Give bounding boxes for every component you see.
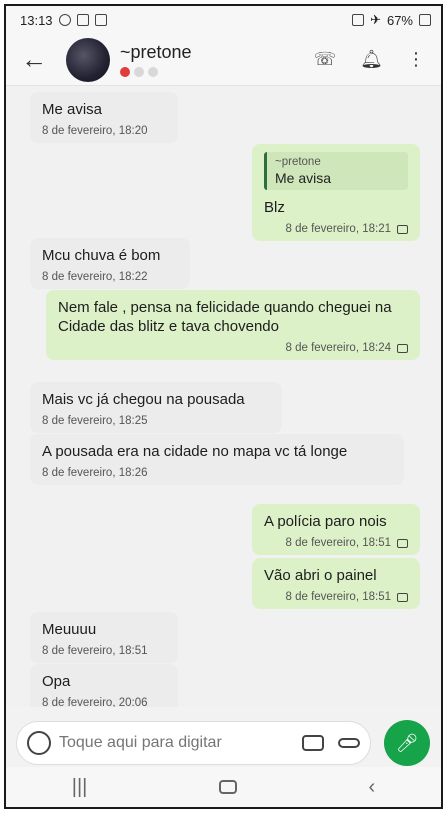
phone-frame: 13:13 ✈ 67% ← ~pretone ☏ 🔔︎ ⋮ Me avisa 8… <box>4 4 443 809</box>
camera-icon[interactable] <box>302 735 324 751</box>
phone-lock-icon[interactable]: ☏ <box>314 49 337 70</box>
mic-icon: 🎤︎ <box>395 732 419 753</box>
emoji-icon[interactable] <box>27 731 51 755</box>
message-composer <box>16 721 371 765</box>
message-time: 8 de fevereiro, 18:25 <box>42 415 148 427</box>
quoted-reply[interactable]: ~pretone Me avisa <box>264 152 408 190</box>
image-icon <box>76 14 89 26</box>
attach-icon[interactable] <box>338 738 360 748</box>
back-nav-icon[interactable]: ‹ <box>369 776 376 799</box>
message-text: Mcu chuva é bom <box>42 247 161 264</box>
status-icon <box>397 592 408 602</box>
message-incoming[interactable]: Me avisa 8 de fevereiro, 18:20 <box>30 92 178 143</box>
status-icon <box>397 538 408 548</box>
home-icon[interactable] <box>218 780 237 794</box>
message-outgoing[interactable]: A polícia paro nois 8 de fevereiro, 18:5… <box>252 504 420 555</box>
message-text: Nem fale , pensa na felicidade quando ch… <box>58 299 392 335</box>
battery-label: 67% <box>386 12 413 28</box>
message-text: A pousada era na cidade no mapa vc tá lo… <box>42 443 348 460</box>
message-incoming[interactable]: Mcu chuva é bom 8 de fevereiro, 18:22 <box>30 238 190 289</box>
status-icon <box>397 224 408 234</box>
message-time: 8 de fevereiro, 18:21 <box>285 223 392 235</box>
mic-button[interactable]: 🎤︎ <box>384 720 430 766</box>
airplane-icon: ✈ <box>370 12 381 27</box>
message-text: Opa <box>42 673 71 690</box>
message-input[interactable] <box>59 734 294 752</box>
message-incoming[interactable]: A pousada era na cidade no mapa vc tá lo… <box>30 434 404 485</box>
more-vert-icon[interactable]: ⋮ <box>407 49 425 70</box>
recent-apps-icon[interactable]: ||| <box>72 776 88 799</box>
back-icon[interactable]: ← <box>16 44 52 75</box>
chat-header: ← ~pretone ☏ 🔔︎ ⋮ <box>6 34 441 86</box>
status-time: 13:13 <box>20 12 53 28</box>
system-navbar: ||| ‹ <box>6 767 441 807</box>
message-list[interactable]: Me avisa 8 de fevereiro, 18:20 ~pretone … <box>6 86 441 707</box>
message-time: 8 de fevereiro, 18:51 <box>285 537 392 549</box>
presence-dot <box>134 67 144 77</box>
message-outgoing[interactable]: ~pretone Me avisa Blz 8 de fevereiro, 18… <box>252 144 420 241</box>
message-time: 8 de fevereiro, 18:51 <box>285 591 392 603</box>
message-time: 8 de fevereiro, 18:20 <box>42 125 148 137</box>
message-text: Blz <box>264 199 285 216</box>
message-text: Vão abri o painel <box>264 567 377 584</box>
avatar[interactable] <box>66 37 110 82</box>
presence-dots <box>120 67 314 77</box>
message-incoming[interactable]: Meuuuu 8 de fevereiro, 18:51 <box>30 612 178 663</box>
quote-author: ~pretone <box>275 156 321 168</box>
signal-icon <box>352 14 365 26</box>
message-time: 8 de fevereiro, 18:24 <box>285 342 392 354</box>
status-bar: 13:13 ✈ 67% <box>6 6 441 34</box>
status-icon <box>397 343 408 353</box>
message-time: 8 de fevereiro, 18:51 <box>42 645 148 657</box>
message-time: 8 de fevereiro, 20:06 <box>42 697 148 707</box>
message-outgoing[interactable]: Vão abri o painel 8 de fevereiro, 18:51 <box>252 558 420 609</box>
bell-icon[interactable]: 🔔︎ <box>360 49 383 70</box>
contact-info[interactable]: ~pretone <box>120 42 314 77</box>
message-text: A polícia paro nois <box>264 513 387 530</box>
message-incoming[interactable]: Opa 8 de fevereiro, 20:06 <box>30 664 178 707</box>
contact-name: ~pretone <box>120 42 192 62</box>
battery-icon <box>419 14 431 26</box>
presence-dot <box>148 67 158 77</box>
message-incoming[interactable]: Mais vc já chegou na pousada 8 de fevere… <box>30 382 282 433</box>
message-text: Meuuuu <box>42 621 97 638</box>
calendar-icon <box>94 14 107 26</box>
message-time: 8 de fevereiro, 18:22 <box>42 271 148 283</box>
quote-text: Me avisa <box>275 170 332 186</box>
message-time: 8 de fevereiro, 18:26 <box>42 467 148 479</box>
message-outgoing[interactable]: Nem fale , pensa na felicidade quando ch… <box>46 290 420 360</box>
message-text: Me avisa <box>42 101 103 118</box>
wifi-icon <box>58 14 71 26</box>
message-text: Mais vc já chegou na pousada <box>42 391 245 408</box>
presence-dot <box>120 67 130 77</box>
